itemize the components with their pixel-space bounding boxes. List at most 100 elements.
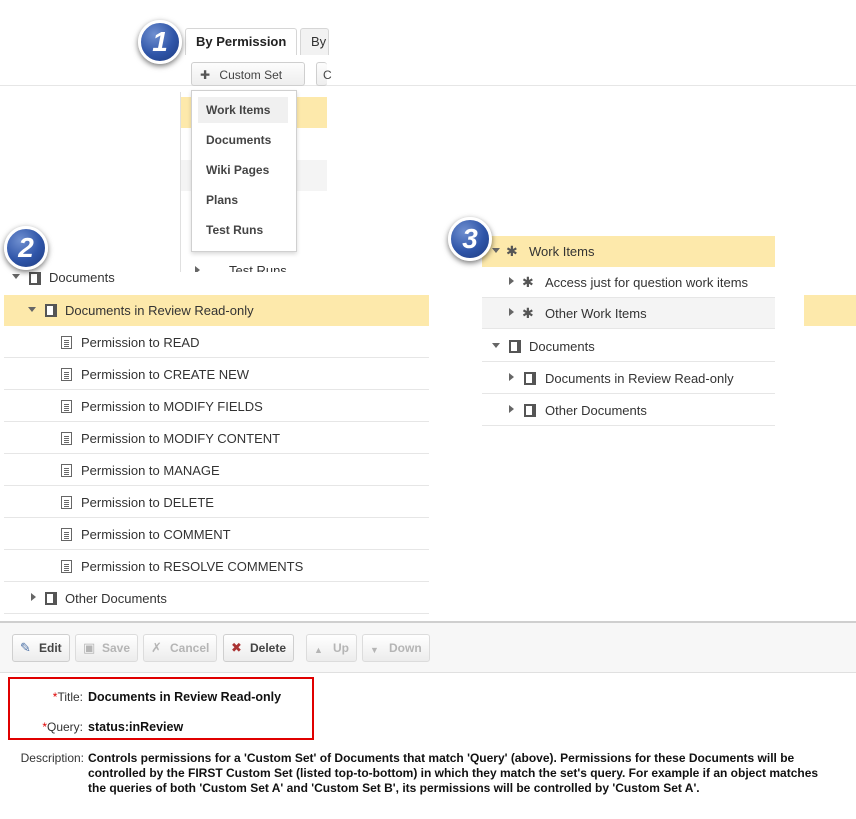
permission-label: Permission to MODIFY CONTENT — [81, 431, 281, 446]
description-label: Description: — [20, 751, 84, 765]
permission-row-resolve-comments[interactable]: Permission to RESOLVE COMMENTS — [4, 551, 429, 582]
permission-label: Permission to RESOLVE COMMENTS — [81, 559, 304, 574]
puzzle-icon: ✱ — [522, 274, 534, 290]
tree-row-other-work-items[interactable]: ✱ Other Work Items — [482, 298, 775, 329]
panel-3: ✱ Work Items ✱ Access just for question … — [430, 217, 856, 432]
collapse-arrow-icon[interactable] — [28, 307, 36, 312]
down-button[interactable]: ▼ Down — [362, 634, 430, 662]
document-icon — [61, 496, 72, 509]
permission-row-comment[interactable]: Permission to COMMENT — [4, 519, 429, 550]
collapse-arrow-icon[interactable] — [492, 343, 500, 348]
edit-button[interactable]: ✎ Edit — [12, 634, 70, 662]
permission-label: Permission to DELETE — [81, 495, 214, 510]
cancel-label: Cancel — [170, 641, 210, 655]
toolbar-button-partial[interactable]: C — [316, 62, 332, 86]
custom-set-label: Custom Set — [219, 68, 283, 82]
collapse-arrow-icon[interactable] — [492, 248, 500, 253]
tree-row-label: Documents in Review Read-only — [65, 303, 254, 318]
puzzle-icon: ✱ — [522, 305, 534, 321]
up-button[interactable]: ▲ Up — [306, 634, 357, 662]
panel-2: Documents Documents in Review Read-only … — [0, 226, 430, 620]
document-icon — [61, 432, 72, 445]
tree-row-work-items[interactable]: ✱ Work Items — [482, 236, 775, 267]
edit-icon: ✎ — [20, 640, 31, 655]
permission-label: Permission to MODIFY FIELDS — [81, 399, 263, 414]
document-icon — [61, 368, 72, 381]
document-icon — [61, 528, 72, 541]
menu-item-documents[interactable]: Documents — [198, 127, 288, 153]
up-label: Up — [333, 641, 349, 655]
document-folder-icon — [509, 340, 521, 353]
title-value[interactable]: Documents in Review Read-only — [88, 690, 281, 704]
expand-arrow-icon[interactable] — [31, 593, 36, 601]
tree-row-other-documents[interactable]: Other Documents — [4, 583, 429, 614]
delete-icon: ✖ — [231, 640, 242, 655]
description-value[interactable]: Controls permissions for a 'Custom Set' … — [88, 751, 828, 796]
menu-item-plans[interactable]: Plans — [198, 187, 288, 213]
permission-label: Permission to COMMENT — [81, 527, 231, 542]
permission-row-modify-content[interactable]: Permission to MODIFY CONTENT — [4, 423, 429, 454]
permission-row-manage[interactable]: Permission to MANAGE — [4, 455, 429, 486]
permission-label: Permission to MANAGE — [81, 463, 220, 478]
permission-row-delete[interactable]: Permission to DELETE — [4, 487, 429, 518]
document-icon — [61, 400, 72, 413]
title-label-text: Title: — [57, 690, 83, 704]
title-label: *Title: — [20, 690, 83, 704]
document-folder-icon — [29, 272, 41, 285]
tree-row-documents[interactable]: Documents — [482, 331, 775, 362]
menu-item-test-runs[interactable]: Test Runs — [198, 217, 288, 243]
edit-label: Edit — [39, 641, 62, 655]
cancel-button[interactable]: ✗ Cancel — [143, 634, 218, 662]
tree-row-documents-review[interactable]: Documents in Review Read-only — [482, 363, 775, 394]
tree-row-label: Other Work Items — [545, 306, 647, 321]
delete-label: Delete — [250, 641, 287, 655]
callout-3: 3 — [448, 217, 492, 261]
tree-row-documents-in-review[interactable]: Documents in Review Read-only — [4, 295, 429, 326]
callout-1: 1 — [138, 20, 182, 64]
expand-arrow-icon[interactable] — [509, 308, 514, 316]
tab-by-permission[interactable]: By Permission — [185, 28, 298, 55]
query-label: *Query: — [20, 720, 83, 734]
expand-arrow-icon[interactable] — [509, 405, 514, 413]
tree-row-access-question[interactable]: ✱ Access just for question work items — [482, 267, 775, 298]
document-folder-icon — [45, 592, 57, 605]
document-folder-icon — [524, 404, 536, 417]
expand-arrow-icon[interactable] — [509, 373, 514, 381]
query-label-text: Query: — [46, 720, 83, 734]
permission-row-read[interactable]: Permission to READ — [4, 327, 429, 358]
action-toolbar: ✎ Edit ▣ Save ✗ Cancel ✖ Delete ▲ Up ▼ D… — [0, 621, 856, 673]
tree-row-label: Documents — [49, 270, 115, 285]
document-icon — [61, 464, 72, 477]
permission-label: Permission to CREATE NEW — [81, 367, 250, 382]
document-folder-icon — [45, 304, 57, 317]
puzzle-icon: ✱ — [506, 243, 518, 259]
tree-row-label: Work Items — [529, 244, 595, 259]
menu-item-work-items[interactable]: Work Items — [198, 97, 288, 123]
tree-left-border — [180, 92, 181, 272]
permission-row-create[interactable]: Permission to CREATE NEW — [4, 359, 429, 390]
tree-row-label: Documents in Review Read-only — [545, 371, 734, 386]
arrow-down-icon: ▼ — [370, 645, 379, 655]
tree-row-documents-root[interactable]: Documents — [4, 262, 429, 293]
cancel-icon: ✗ — [151, 640, 162, 655]
custom-set-button[interactable]: ✚ Custom Set ▼ — [191, 62, 305, 105]
down-label: Down — [389, 641, 422, 655]
collapse-arrow-icon[interactable] — [12, 274, 20, 279]
plus-icon: ✚ — [200, 68, 211, 82]
tree-row-other-documents[interactable]: Other Documents — [482, 395, 775, 426]
query-value[interactable]: status:inReview — [88, 720, 183, 734]
permission-label: Permission to READ — [81, 335, 200, 350]
save-label: Save — [102, 641, 131, 655]
delete-button[interactable]: ✖ Delete — [223, 634, 295, 662]
document-icon — [61, 560, 72, 573]
tree-row-label: Other Documents — [65, 591, 167, 606]
tree-row-label: Access just for question work items — [545, 275, 749, 290]
custom-set-menu: Work Items Documents Wiki Pages Plans Te… — [191, 90, 297, 252]
tab-by-other[interactable]: By — [300, 28, 329, 55]
permission-row-modify-fields[interactable]: Permission to MODIFY FIELDS — [4, 391, 429, 422]
tree-row-label: Other Documents — [545, 403, 647, 418]
menu-item-wiki-pages[interactable]: Wiki Pages — [198, 157, 288, 183]
save-button[interactable]: ▣ Save — [75, 634, 139, 662]
tree-row-label: Documents — [529, 339, 595, 354]
expand-arrow-icon[interactable] — [509, 277, 514, 285]
